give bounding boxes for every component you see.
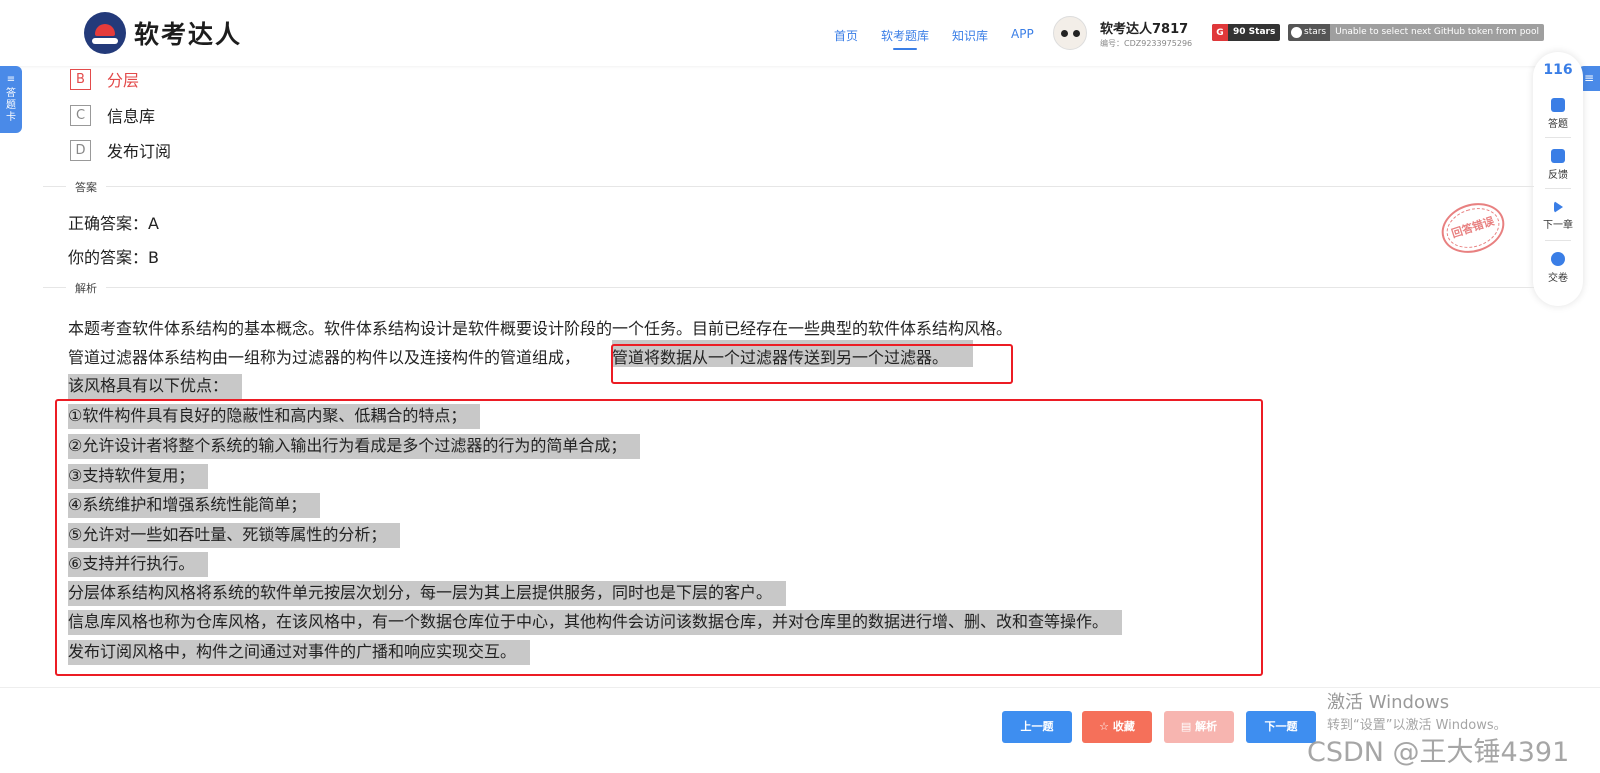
github-badge-label: stars — [1304, 27, 1327, 37]
nav-question-bank[interactable]: 软考题库 — [881, 27, 929, 50]
analysis-divider — [43, 287, 1534, 288]
wrong-answer-stamp: 回答错误 — [1435, 195, 1511, 261]
nav-home[interactable]: 首页 — [834, 27, 858, 50]
next-chapter-label: 下一章 — [1543, 220, 1573, 231]
answer-section-label: 答案 — [66, 179, 106, 195]
side-divider — [1545, 240, 1571, 241]
favorite-button[interactable]: ☆ 收藏 — [1082, 711, 1152, 743]
your-answer: 你的答案：B — [68, 248, 159, 267]
answer-divider — [43, 186, 1534, 187]
top-header: 软考达人 首页 软考题库 知识库 APP 软考达人7817 编号：CDZ9233… — [0, 0, 1600, 66]
answer-tool[interactable]: 答题 — [1533, 98, 1583, 130]
annotation-box-pipe — [611, 344, 1013, 384]
stars-badge-label: 90 Stars — [1233, 27, 1276, 37]
option-letter: C — [70, 104, 91, 126]
question-count: 116 — [1543, 62, 1573, 78]
gitee-icon: G — [1212, 24, 1228, 41]
submit-tool[interactable]: 交卷 — [1533, 252, 1583, 284]
prev-question-button[interactable]: 上一题 — [1002, 711, 1072, 743]
next-chapter-icon — [1553, 201, 1563, 213]
option-b[interactable]: B 分层 — [70, 67, 139, 91]
analysis-button[interactable]: ▤ 解析 — [1164, 711, 1234, 743]
answer-tool-label: 答题 — [1548, 119, 1568, 130]
feedback-tool-label: 反馈 — [1548, 170, 1568, 181]
answer-sheet-tab[interactable]: ≡ 答题卡 — [0, 66, 22, 133]
side-divider — [1545, 137, 1571, 138]
option-c[interactable]: C 信息库 — [70, 103, 155, 127]
github-icon — [1291, 27, 1302, 38]
annotation-box-advantages — [55, 399, 1263, 676]
answer-sheet-label: 答题卡 — [6, 88, 16, 123]
site-logo[interactable]: 软考达人 — [84, 12, 242, 54]
analysis-line-highlighted: 该风格具有以下优点： — [68, 372, 243, 399]
option-letter: D — [70, 139, 91, 161]
analysis-line: 管道过滤器体系结构由一组称为过滤器的构件以及连接构件的管道组成， — [68, 348, 581, 367]
option-text: 信息库 — [107, 107, 156, 126]
next-question-button[interactable]: 下一题 — [1246, 711, 1316, 743]
logo-icon — [84, 12, 126, 54]
user-id: 编号：CDZ9233975296 — [1100, 39, 1193, 48]
csdn-watermark: CSDN @王大锤4391 — [1307, 737, 1570, 768]
analysis-line: 本题考查软件体系结构的基本概念。软件体系结构设计是软件概要设计阶段的一个任务。目… — [68, 319, 1013, 338]
side-tool-panel: 116 答题 反馈 下一章 交卷 — [1533, 52, 1583, 306]
highlighted-text: 该风格具有以下优点： — [68, 374, 243, 399]
submit-icon — [1551, 252, 1565, 266]
correct-answer: 正确答案：A — [68, 214, 159, 233]
stars-badge[interactable]: G 90 Stars — [1212, 24, 1281, 41]
analysis-section-label: 解析 — [66, 280, 106, 296]
user-name[interactable]: 软考达人7817 — [1100, 18, 1188, 37]
option-text: 发布订阅 — [107, 142, 172, 161]
logo-text: 软考达人 — [134, 20, 243, 49]
user-avatar[interactable] — [1053, 16, 1087, 50]
nav-app[interactable]: APP — [1011, 27, 1034, 50]
github-badge-left: stars — [1288, 24, 1331, 41]
menu-icon: ≡ — [6, 74, 16, 85]
option-letter: B — [70, 68, 91, 90]
windows-activation-title: 激活 Windows — [1327, 692, 1450, 713]
next-chapter-tool[interactable]: 下一章 — [1533, 201, 1583, 231]
feedback-icon — [1551, 149, 1565, 163]
answer-icon — [1551, 98, 1565, 112]
option-text: 分层 — [107, 71, 140, 90]
nav-knowledge-base[interactable]: 知识库 — [952, 27, 988, 50]
submit-tool-label: 交卷 — [1548, 273, 1568, 284]
option-d[interactable]: D 发布订阅 — [70, 138, 171, 162]
feedback-tool[interactable]: 反馈 — [1533, 149, 1583, 181]
main-nav: 首页 软考题库 知识库 APP — [834, 27, 1057, 50]
github-badge-message: Unable to select next GitHub token from … — [1330, 24, 1544, 41]
side-divider — [1545, 188, 1571, 189]
github-badge[interactable]: stars Unable to select next GitHub token… — [1288, 24, 1544, 41]
